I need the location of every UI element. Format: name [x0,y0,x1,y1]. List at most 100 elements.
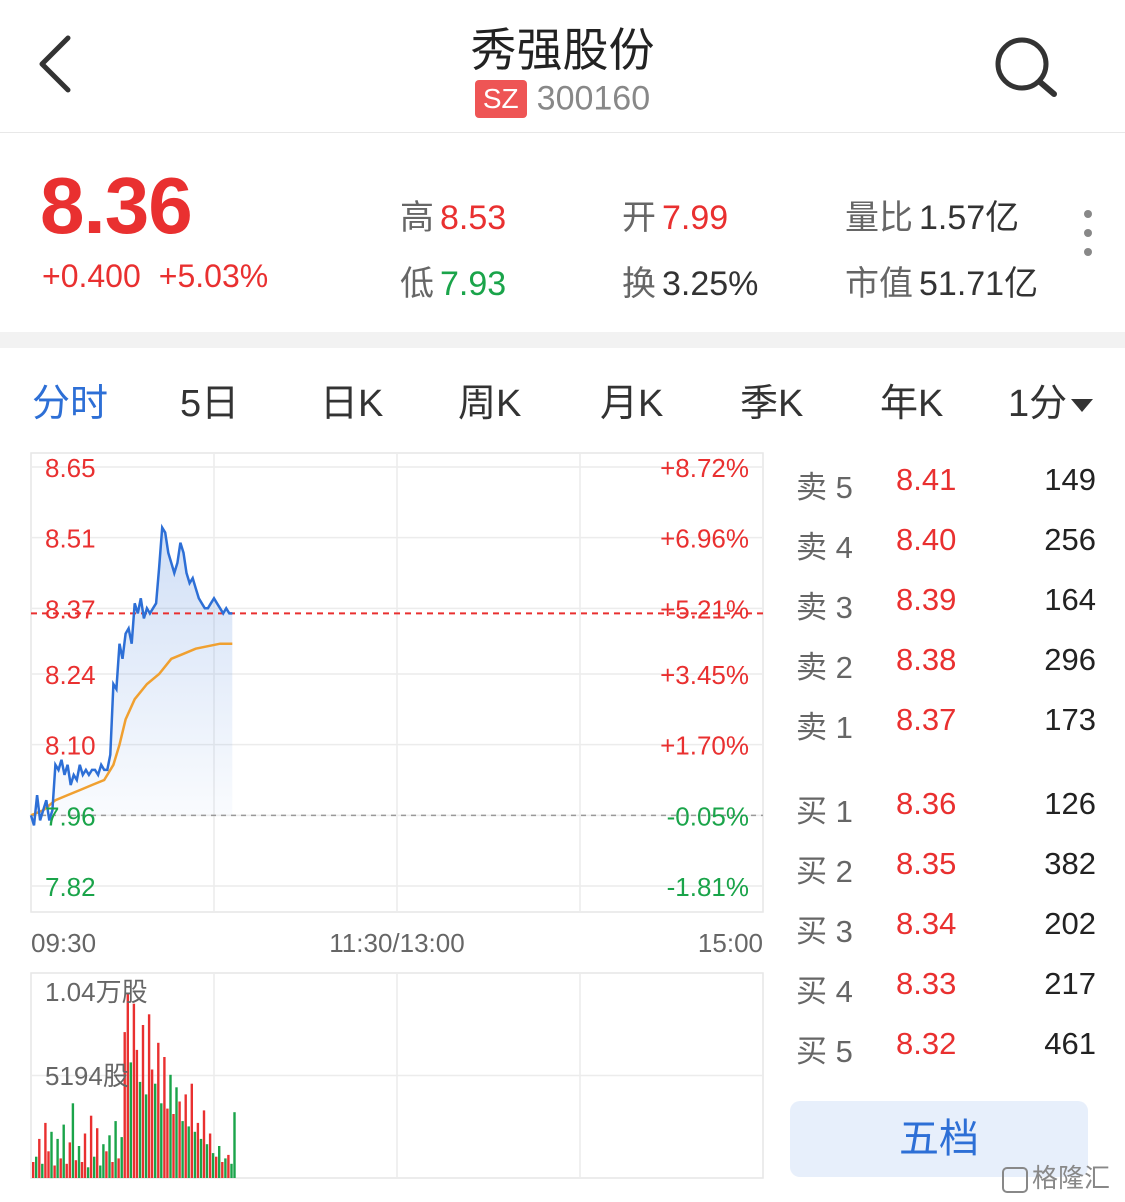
volume-bar [211,1153,215,1178]
bid-row[interactable]: 买 4 8.33 217 [796,966,1096,1009]
level-price: 8.34 [896,906,957,941]
volume-bar [160,1103,163,1178]
volume-bar [62,1124,65,1178]
current-price: 8.36 [40,161,193,250]
quote-market-cap: 市值 51.71亿 [845,256,1038,305]
price-change: +0.400 [42,258,141,294]
tab-quarterly-k[interactable]: 季K [740,372,803,427]
ask-row[interactable]: 卖 1 8.37 173 [796,702,1096,745]
ask-row[interactable]: 卖 3 8.39 164 [796,582,1096,625]
bid-row[interactable]: 买 5 8.32 461 [796,1026,1096,1069]
level-volume: 461 [1044,1026,1096,1061]
bid-row[interactable]: 买 1 8.36 126 [796,786,1096,829]
caret-down-icon [1071,399,1094,413]
low-value: 7.93 [440,265,507,303]
ask-row[interactable]: 卖 5 8.41 149 [796,462,1096,505]
bid-row[interactable]: 买 3 8.34 202 [796,906,1096,949]
level-price: 8.36 [896,786,957,821]
volume-bar [230,1163,233,1178]
volume-bar [135,1049,139,1178]
volume-bar [93,1156,96,1178]
volume-bar [202,1110,206,1178]
volume-bar [190,1083,193,1178]
search-button[interactable] [990,32,1060,102]
volume-bar [129,1062,132,1178]
volume-bar [80,1162,84,1178]
level-volume: 202 [1044,906,1096,941]
volume-bar [227,1154,230,1178]
level-price: 8.32 [896,1026,957,1061]
time-axis-label: 11:30/13:00 [329,928,464,958]
level-label: 买 3 [796,914,853,949]
level-label: 买 1 [796,794,853,829]
more-options-button[interactable] [1080,208,1096,258]
price-axis-label: 8.51 [45,524,96,554]
volume-bar [172,1114,175,1178]
volume-bar [53,1165,56,1178]
volume-bar [59,1158,62,1178]
volume-bar [141,1025,145,1178]
exchange-badge: SZ [474,80,527,119]
level-volume: 217 [1044,966,1096,1001]
volume-chart[interactable]: 1.04万股 5194股 [0,970,780,1180]
volume-bar [193,1131,197,1179]
time-axis-label: 15:00 [698,928,763,958]
pct-axis-label: -0.05% [667,801,749,831]
level-label: 卖 3 [796,590,853,625]
tab-daily-k[interactable]: 日K [320,372,383,427]
volume-bar [120,1137,123,1178]
volume-bar [74,1160,78,1178]
level-label: 买 2 [796,854,853,889]
pct-axis-label: +6.96% [660,524,749,554]
price-axis-label: 8.10 [45,731,96,761]
level-price: 8.35 [896,846,957,881]
intraday-price-chart[interactable]: 8.65 8.51 8.37 8.24 8.10 7.96 7.82 +8.72% +6.96… [0,440,780,970]
volume-bar [166,1108,169,1178]
more-dots-icon [1084,248,1092,256]
tab-minute-select[interactable]: 1分 [1008,372,1094,427]
volume-bar [181,1121,184,1178]
volume-bar [196,1122,200,1178]
high-value: 8.53 [440,199,507,237]
volume-bar [38,1138,41,1178]
volume-bar [218,1146,221,1178]
price-change-row: +0.400 +5.03% [42,258,286,295]
level-volume: 126 [1044,786,1096,821]
level-price: 8.38 [896,642,957,677]
volume-bar [224,1158,227,1178]
volume-bar [123,1032,126,1178]
volume-bar [163,1057,166,1178]
quote-turnover: 换 3.25% [622,256,758,305]
section-divider [0,332,1125,348]
chart-period-tabs: 分时 5日 日K 周K 月K 季K 年K 1分 [0,372,1125,432]
volume-bar [89,1115,93,1178]
tab-weekly-k[interactable]: 周K [458,372,521,427]
price-axis-label: 8.65 [45,453,96,483]
low-label: 低 [400,265,434,303]
level-price: 8.37 [896,702,957,737]
tab-intraday[interactable]: 分时 [32,372,108,427]
quote-open: 开 7.99 [622,190,728,239]
pct-axis-label: +3.45% [660,660,749,690]
level-label: 卖 2 [796,650,853,685]
quote-high: 高 8.53 [400,190,506,239]
tab-5day[interactable]: 5日 [180,372,239,427]
quote-low: 低 7.93 [400,256,506,305]
level-label: 卖 4 [796,530,853,565]
bid-row[interactable]: 买 2 8.35 382 [796,846,1096,889]
pct-axis-label: +1.70% [660,731,749,761]
tab-yearly-k[interactable]: 年K [880,372,943,427]
ask-row[interactable]: 卖 4 8.40 256 [796,522,1096,565]
ask-row[interactable]: 卖 2 8.38 296 [796,642,1096,685]
level-label: 买 4 [796,974,853,1009]
volume-bar [147,1014,151,1178]
level-label: 卖 1 [796,710,853,745]
high-label: 高 [400,199,434,237]
turnover-label: 换 [622,265,656,303]
volume-bar [178,1101,181,1178]
more-dots-icon [1084,229,1092,237]
volume-bar [108,1135,111,1178]
price-axis-label: 7.96 [45,801,96,831]
volume-bar [154,1083,157,1178]
tab-monthly-k[interactable]: 月K [600,372,663,427]
